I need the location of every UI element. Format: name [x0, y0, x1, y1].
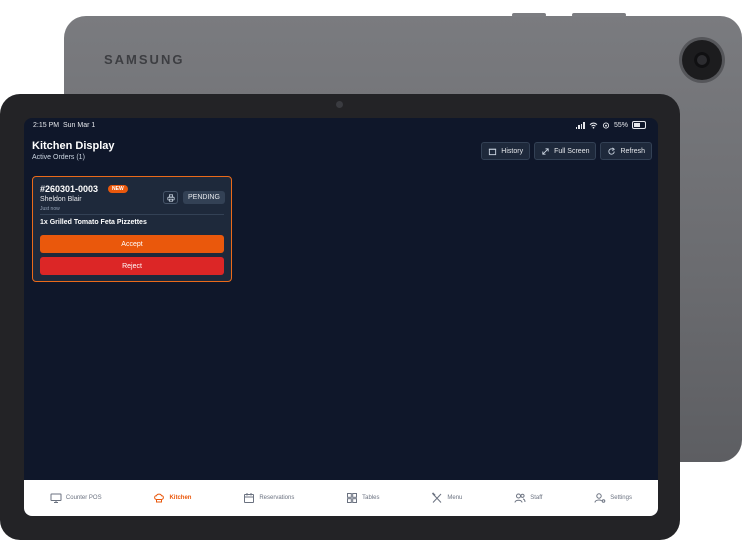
rotation-lock-icon: [602, 121, 610, 129]
grid-icon: [347, 493, 358, 503]
history-button[interactable]: History: [481, 142, 531, 160]
nav-label: Reservations: [259, 495, 295, 501]
page-title: Kitchen Display: [32, 140, 115, 152]
reject-button[interactable]: Reject: [40, 257, 224, 275]
monitor-icon: [50, 493, 62, 503]
volume-button: [512, 13, 546, 17]
accept-button[interactable]: Accept: [40, 235, 224, 253]
nav-label: Menu: [447, 495, 463, 501]
rear-camera-icon: [682, 40, 722, 80]
history-icon: [489, 148, 497, 155]
history-label: History: [501, 147, 524, 155]
nav-label: Tables: [362, 495, 380, 501]
full-screen-label: Full Screen: [554, 147, 590, 155]
nav-label: Settings: [610, 495, 632, 501]
battery-icon: [632, 121, 646, 129]
device-brand: SAMSUNG: [104, 52, 185, 67]
customer-name: Sheldon Blair: [40, 196, 82, 203]
utensils-icon: [432, 492, 442, 503]
order-item: 1x Grilled Tomato Feta Pizzettes: [40, 219, 147, 226]
chef-hat-icon: [154, 493, 165, 503]
nav-item-tables[interactable]: Tables: [346, 492, 380, 504]
nav-item-menu[interactable]: Menu: [431, 492, 462, 504]
print-button[interactable]: [163, 191, 178, 204]
status-bar: 2:15 PM Sun Mar 1 55%: [24, 118, 658, 134]
nav-item-kitchen[interactable]: Kitchen: [153, 492, 191, 504]
tablet-front: 2:15 PM Sun Mar 1 55% Kitchen Display Ac…: [0, 94, 680, 540]
status-datetime: 2:15 PM Sun Mar 1: [33, 122, 95, 129]
divider: [40, 214, 224, 215]
calendar-icon: [244, 493, 255, 503]
user-cog-icon: [594, 493, 606, 503]
order-time: Just now: [40, 206, 60, 212]
refresh-label: Refresh: [620, 147, 645, 155]
status-time: 2:15 PM: [33, 122, 60, 129]
full-screen-button[interactable]: Full Screen: [534, 142, 597, 160]
battery-percent: 55%: [613, 121, 628, 129]
order-card: #260301-0003 NEW Sheldon Blair Just now …: [32, 176, 232, 282]
nav-label: Staff: [530, 495, 543, 501]
refresh-button[interactable]: Refresh: [600, 142, 652, 160]
signal-icon: [575, 121, 585, 129]
screen: 2:15 PM Sun Mar 1 55% Kitchen Display Ac…: [24, 118, 658, 516]
new-badge: NEW: [108, 185, 128, 193]
printer-icon: [166, 193, 175, 202]
status-icons: 55%: [575, 121, 646, 129]
status-date: Sun Mar 1: [62, 122, 96, 129]
status-badge: PENDING: [183, 191, 225, 204]
users-icon: [514, 493, 526, 503]
refresh-icon: [608, 147, 616, 155]
camera-lens: [694, 52, 710, 68]
nav-item-staff[interactable]: Staff: [514, 492, 542, 504]
expand-icon: [542, 147, 549, 155]
nav-item-settings[interactable]: Settings: [594, 492, 632, 504]
active-orders-count: Active Orders (1): [32, 154, 85, 161]
bottom-nav: Counter POS Kitchen Reservations Tables …: [24, 480, 658, 516]
header-actions: History Full Screen Refresh: [481, 142, 652, 160]
power-button: [572, 13, 626, 17]
nav-label: Counter POS: [65, 495, 102, 501]
order-number: #260301-0003: [40, 184, 99, 194]
nav-item-counter-pos[interactable]: Counter POS: [50, 492, 102, 504]
front-camera-icon: [336, 101, 343, 108]
wifi-icon: [589, 122, 598, 129]
nav-label: Kitchen: [169, 495, 192, 501]
nav-item-reservations[interactable]: Reservations: [243, 492, 294, 504]
